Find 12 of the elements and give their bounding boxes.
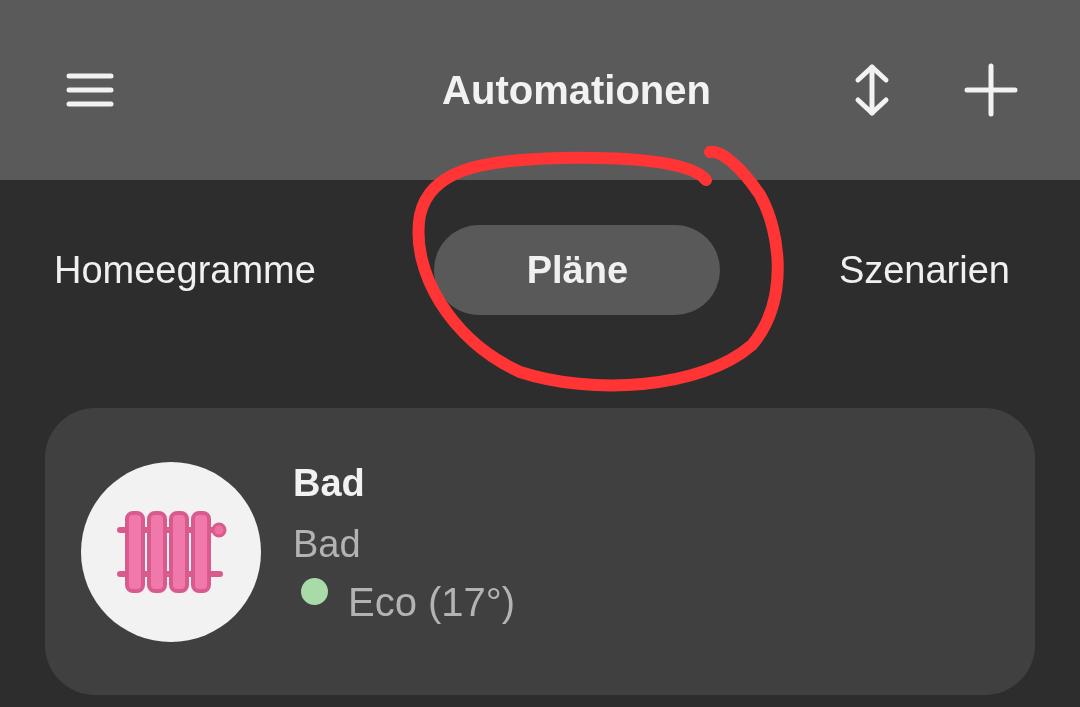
tab[interactable]: Pläne bbox=[434, 225, 721, 315]
page-title: Automationen bbox=[442, 67, 711, 113]
plan-name: Bad bbox=[293, 462, 366, 505]
tab[interactable]: Homeegramme bbox=[50, 225, 320, 315]
status-label: Eco (17°) bbox=[348, 580, 516, 625]
add-icon[interactable] bbox=[964, 63, 1018, 117]
plan-card[interactable]: Bad Bad Eco (17°) bbox=[45, 408, 1035, 695]
menu-icon[interactable] bbox=[66, 72, 114, 108]
radiator-icon bbox=[115, 511, 227, 593]
tab[interactable]: Szenarien bbox=[834, 225, 1014, 315]
sort-icon[interactable] bbox=[854, 63, 890, 117]
room-name: Bad bbox=[293, 523, 362, 566]
